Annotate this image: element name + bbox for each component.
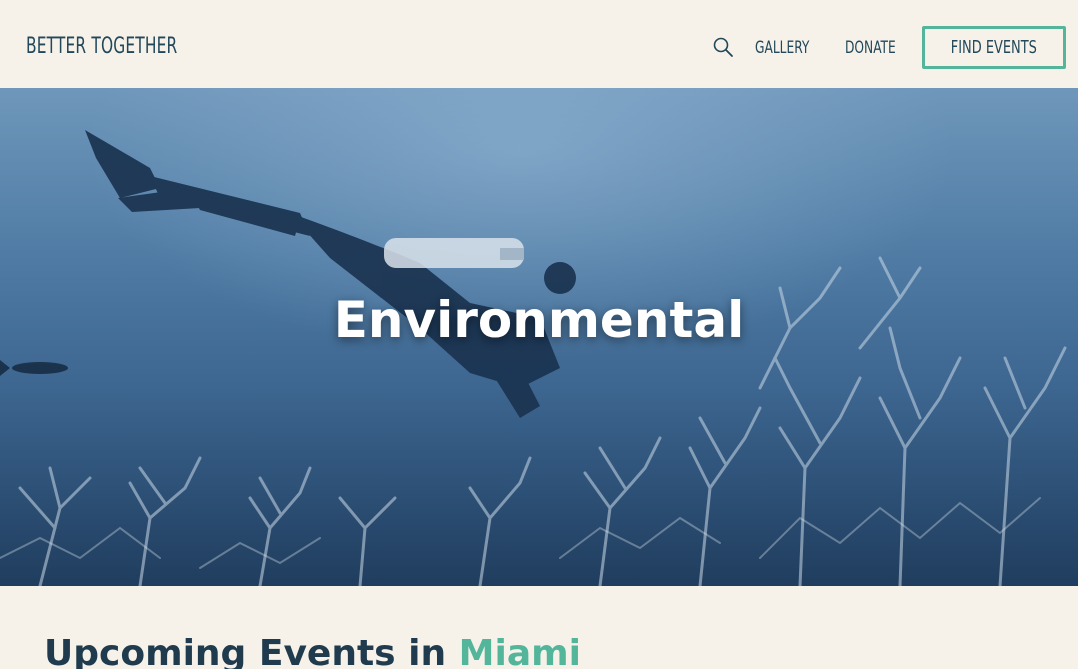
nav-donate-link[interactable]: DONATE (845, 37, 896, 59)
search-icon (713, 37, 733, 57)
hero-title: Environmental (333, 291, 745, 349)
nav-gallery-link[interactable]: GALLERY (755, 37, 809, 59)
hero-banner: Environmental (0, 88, 1078, 586)
find-events-label: FIND EVENTS (950, 37, 1038, 58)
search-button[interactable] (712, 36, 738, 60)
events-city[interactable]: Miami (459, 633, 581, 669)
upcoming-events-heading: Upcoming Events in Miami (44, 628, 581, 669)
site-header: BETTER TOGETHER GALLERY DONATE FIND EVEN… (0, 0, 1078, 88)
events-heading-prefix: Upcoming Events in (44, 633, 447, 669)
site-logo[interactable]: BETTER TOGETHER (26, 34, 177, 60)
find-events-button[interactable]: FIND EVENTS (922, 26, 1066, 69)
